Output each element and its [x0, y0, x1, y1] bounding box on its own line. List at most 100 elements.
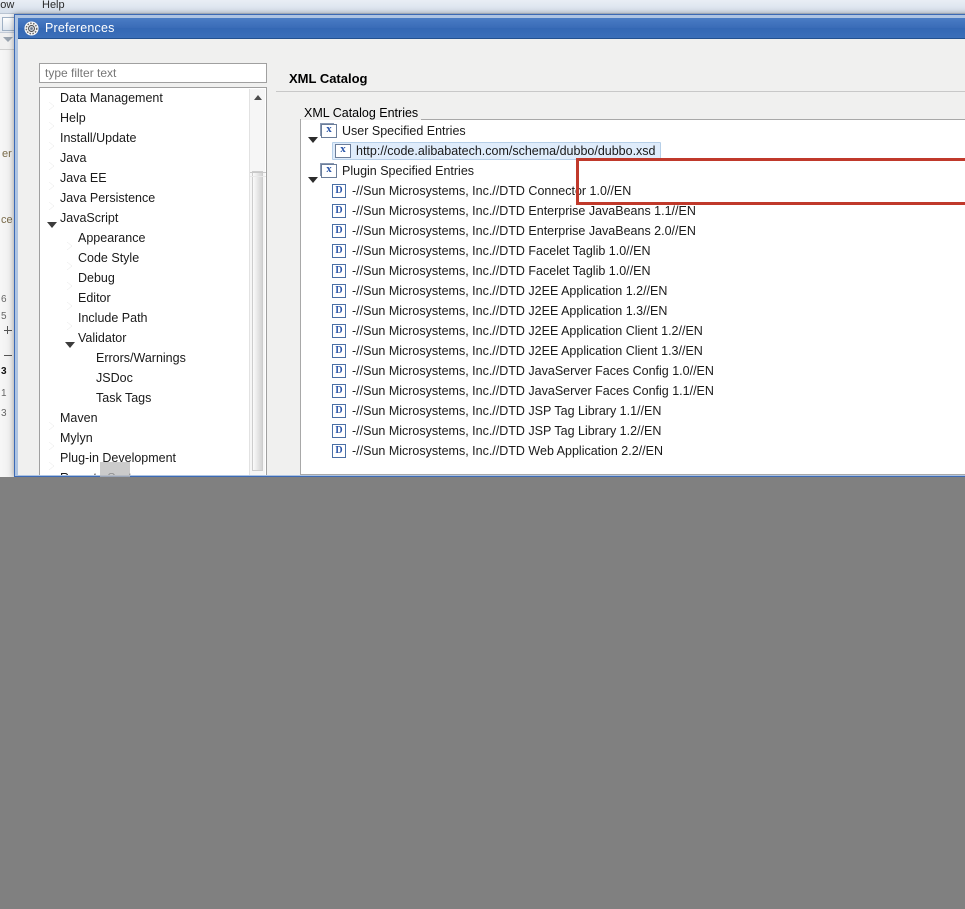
catalog-group-user[interactable]: User Specified Entries: [301, 121, 466, 143]
preference-tree[interactable]: Data Management Help Install/Update Java Jav…: [39, 87, 267, 475]
sidebar-item-java-ee[interactable]: Java EE: [40, 168, 107, 191]
catalog-entry-item[interactable]: -//Sun Microsystems, Inc.//DTD Connector…: [332, 182, 631, 200]
sidebar-item-data-management[interactable]: Data Management: [40, 88, 163, 111]
render-artifact: [100, 462, 130, 477]
catalog-entries-list[interactable]: User Specified Entries http://code.alibab…: [300, 119, 965, 475]
catalog-entry[interactable]: -//Sun Microsystems, Inc.//DTD Enterpris…: [301, 201, 696, 221]
sidebar-item-appearance[interactable]: Appearance: [40, 228, 146, 251]
fold-marker[interactable]: [4, 355, 12, 356]
catalog-entry-item[interactable]: -//Sun Microsystems, Inc.//DTD JavaServe…: [332, 382, 714, 400]
catalog-entry[interactable]: -//Sun Microsystems, Inc.//DTD Web Appli…: [301, 441, 663, 461]
sidebar-item-label: Appearance: [78, 231, 146, 245]
sidebar-item-include-path[interactable]: Include Path: [40, 308, 148, 331]
sidebar-item-task-tags[interactable]: Task Tags: [40, 388, 151, 408]
sidebar-item-mylyn[interactable]: Mylyn: [40, 428, 93, 451]
catalog-group-plugin[interactable]: Plugin Specified Entries: [301, 161, 474, 183]
catalog-entry[interactable]: -//Sun Microsystems, Inc.//DTD JavaServe…: [301, 381, 714, 401]
dtd-file-icon: [332, 284, 346, 298]
catalog-entry-label: http://code.alibabatech.com/schema/dubbo…: [356, 144, 656, 158]
catalog-entry-item[interactable]: -//Sun Microsystems, Inc.//DTD JSP Tag L…: [332, 422, 661, 440]
catalog-entry[interactable]: -//Sun Microsystems, Inc.//DTD JSP Tag L…: [301, 421, 661, 441]
catalog-entry-item[interactable]: -//Sun Microsystems, Inc.//DTD JavaServe…: [332, 362, 714, 380]
sidebar-item-java[interactable]: Java: [40, 148, 86, 171]
sidebar-item-label: Include Path: [78, 311, 148, 325]
tree-vertical-scrollbar[interactable]: [249, 89, 266, 475]
catalog-entry[interactable]: -//Sun Microsystems, Inc.//DTD JSP Tag L…: [301, 401, 661, 421]
catalog-entry-item[interactable]: -//Sun Microsystems, Inc.//DTD J2EE Appl…: [332, 302, 667, 320]
sidebar-item-debug[interactable]: Debug: [40, 268, 115, 291]
page-title: XML Catalog: [289, 71, 368, 86]
dtd-file-icon: [332, 324, 346, 338]
sidebar-item-remote-systems[interactable]: Remote Systems: [40, 468, 155, 475]
dtd-file-icon: [332, 264, 346, 278]
sidebar-item-errors-warnings[interactable]: Errors/Warnings: [40, 348, 186, 368]
title-separator: [276, 91, 965, 92]
sidebar-item-editor[interactable]: Editor: [40, 288, 111, 311]
sidebar-item-validator[interactable]: Validator: [40, 328, 126, 348]
catalog-group-label: User Specified Entries: [342, 124, 466, 138]
dtd-file-icon: [332, 224, 346, 238]
catalog-entry[interactable]: -//Sun Microsystems, Inc.//DTD J2EE Appl…: [301, 341, 703, 361]
preferences-gear-icon: [24, 21, 39, 36]
catalog-entry-item[interactable]: -//Sun Microsystems, Inc.//DTD Facelet T…: [332, 242, 650, 260]
catalog-entry-label: -//Sun Microsystems, Inc.//DTD J2EE Appl…: [352, 284, 668, 298]
xml-catalog-page: XML Catalog XML Catalog Entries User Spe…: [276, 39, 965, 475]
catalog-entry[interactable]: -//Sun Microsystems, Inc.//DTD J2EE Appl…: [301, 321, 703, 341]
catalog-entry-label: -//Sun Microsystems, Inc.//DTD JSP Tag L…: [352, 404, 662, 418]
editor-line-number: 3: [1, 408, 7, 419]
preferences-dialog: Preferences type filter text Data Manage…: [14, 14, 965, 477]
sidebar-item-label: JavaScript: [60, 211, 119, 225]
fold-marker[interactable]: [4, 330, 12, 331]
menu-item-window[interactable]: ndow: [0, 0, 14, 11]
catalog-entry[interactable]: http://code.alibabatech.com/schema/dubbo…: [301, 141, 661, 161]
editor-text-fragment: ce: [1, 214, 13, 226]
catalog-entry-item[interactable]: -//Sun Microsystems, Inc.//DTD Facelet T…: [332, 262, 650, 280]
catalog-entry[interactable]: -//Sun Microsystems, Inc.//DTD Enterpris…: [301, 221, 696, 241]
sidebar-item-javascript[interactable]: JavaScript: [40, 208, 118, 228]
sidebar-item-java-persistence[interactable]: Java Persistence: [40, 188, 155, 211]
sidebar-item-label: Editor: [78, 291, 111, 305]
catalog-entry-item[interactable]: -//Sun Microsystems, Inc.//DTD J2EE Appl…: [332, 322, 703, 340]
catalog-entry[interactable]: -//Sun Microsystems, Inc.//DTD JavaServe…: [301, 361, 714, 381]
dialog-title-bar[interactable]: Preferences: [18, 18, 965, 39]
dtd-file-icon: [332, 344, 346, 358]
scrollbar-thumb[interactable]: [250, 171, 266, 471]
catalog-entry-item[interactable]: -//Sun Microsystems, Inc.//DTD J2EE Appl…: [332, 282, 667, 300]
editor-text-fragment: er: [2, 148, 12, 160]
catalog-entry-item[interactable]: -//Sun Microsystems, Inc.//DTD Enterpris…: [332, 222, 696, 240]
catalog-entry-label: -//Sun Microsystems, Inc.//DTD J2EE Appl…: [352, 324, 703, 338]
catalog-entry[interactable]: -//Sun Microsystems, Inc.//DTD Facelet T…: [301, 261, 650, 281]
catalog-entries-group-label: XML Catalog Entries: [301, 106, 422, 120]
menu-item-help[interactable]: Help: [42, 0, 65, 11]
sidebar-item-label: Maven: [60, 411, 98, 425]
scroll-up-arrow-icon[interactable]: [250, 89, 265, 105]
catalog-entry-item[interactable]: -//Sun Microsystems, Inc.//DTD Web Appli…: [332, 442, 663, 460]
fold-marker[interactable]: [7, 326, 8, 334]
xsd-group-icon: [320, 123, 337, 138]
catalog-entry[interactable]: -//Sun Microsystems, Inc.//DTD J2EE Appl…: [301, 281, 667, 301]
catalog-entry-label: -//Sun Microsystems, Inc.//DTD J2EE Appl…: [352, 304, 668, 318]
sidebar-item-help[interactable]: Help: [40, 108, 86, 131]
catalog-entry-item[interactable]: -//Sun Microsystems, Inc.//DTD JSP Tag L…: [332, 402, 661, 420]
catalog-entry-label: -//Sun Microsystems, Inc.//DTD Web Appli…: [352, 444, 663, 458]
sidebar-item-maven[interactable]: Maven: [40, 408, 98, 431]
catalog-entry-label: -//Sun Microsystems, Inc.//DTD Facelet T…: [352, 244, 651, 258]
dialog-title: Preferences: [45, 21, 115, 35]
catalog-entry-label: -//Sun Microsystems, Inc.//DTD J2EE Appl…: [352, 344, 703, 358]
catalog-entry-selected[interactable]: http://code.alibabatech.com/schema/dubbo…: [332, 142, 661, 160]
catalog-entry[interactable]: -//Sun Microsystems, Inc.//DTD Connector…: [301, 181, 631, 201]
sidebar-item-code-style[interactable]: Code Style: [40, 248, 139, 271]
catalog-entry-item[interactable]: -//Sun Microsystems, Inc.//DTD Enterpris…: [332, 202, 696, 220]
chevron-down-icon[interactable]: [3, 37, 13, 42]
editor-line-number: 6: [1, 294, 7, 305]
sidebar-item-jsdoc[interactable]: JSDoc: [40, 368, 133, 388]
sidebar-item-install-update[interactable]: Install/Update: [40, 128, 136, 151]
catalog-entry[interactable]: -//Sun Microsystems, Inc.//DTD J2EE Appl…: [301, 301, 667, 321]
dtd-file-icon: [332, 304, 346, 318]
catalog-entry-label: -//Sun Microsystems, Inc.//DTD Facelet T…: [352, 264, 651, 278]
catalog-entry[interactable]: -//Sun Microsystems, Inc.//DTD Facelet T…: [301, 241, 650, 261]
catalog-entry-label: -//Sun Microsystems, Inc.//DTD Enterpris…: [352, 224, 696, 238]
dtd-file-icon: [332, 244, 346, 258]
catalog-entry-item[interactable]: -//Sun Microsystems, Inc.//DTD J2EE Appl…: [332, 342, 703, 360]
filter-input-box[interactable]: type filter text: [39, 63, 267, 83]
